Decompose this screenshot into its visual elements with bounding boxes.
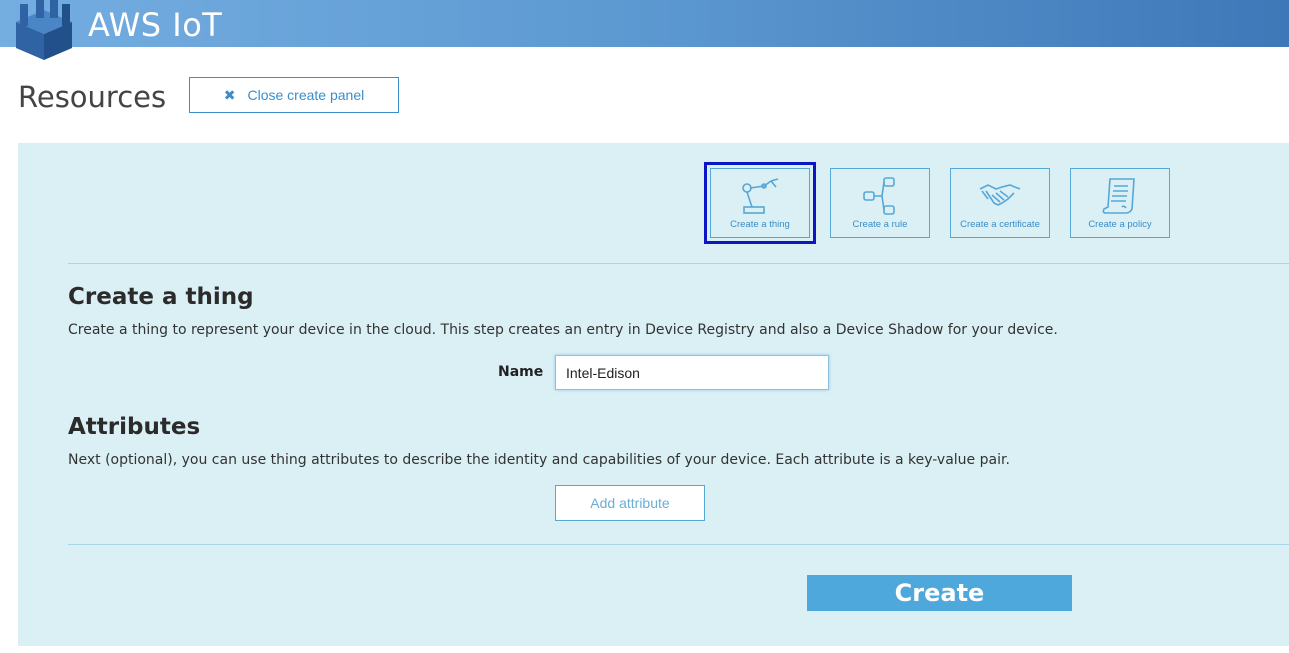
close-icon: ✖ [223, 86, 236, 103]
name-input[interactable] [555, 355, 829, 390]
create-thing-description: Create a thing to represent your device … [68, 322, 1058, 338]
top-header-bar: AWS IoT [0, 0, 1289, 60]
create-thing-heading: Create a thing [68, 284, 254, 310]
tile-create-certificate-label: Create a certificate [960, 219, 1040, 230]
policy-document-icon [1102, 178, 1135, 214]
attributes-heading: Attributes [68, 414, 201, 440]
tile-create-thing[interactable]: Create a thing [704, 162, 816, 244]
tile-create-thing-label: Create a thing [730, 219, 790, 230]
tile-create-policy[interactable]: Create a policy [1070, 168, 1170, 238]
handshake-icon [979, 184, 1021, 206]
add-attribute-button[interactable]: Add attribute [555, 485, 705, 521]
create-panel: Create a thing Create a rule Create a ce… [18, 143, 1289, 646]
close-create-panel-button[interactable]: ✖ Close create panel [189, 77, 399, 113]
page-title: Resources [18, 80, 167, 114]
rule-flow-icon [863, 177, 895, 215]
tile-create-rule[interactable]: Create a rule [830, 168, 930, 238]
aws-cube-logo-icon [16, 0, 72, 60]
attributes-description: Next (optional), you can use thing attri… [68, 452, 1010, 468]
divider-bottom [68, 544, 1289, 545]
tile-create-rule-label: Create a rule [852, 219, 908, 230]
create-button[interactable]: Create [807, 575, 1072, 611]
tile-create-certificate[interactable]: Create a certificate [950, 168, 1050, 238]
app-title: AWS IoT [88, 6, 223, 44]
close-create-panel-label: Close create panel [247, 87, 365, 103]
tile-create-policy-label: Create a policy [1088, 219, 1152, 230]
divider-top [68, 263, 1289, 264]
name-field-label: Name [498, 364, 544, 380]
robot-arm-icon [742, 178, 779, 214]
